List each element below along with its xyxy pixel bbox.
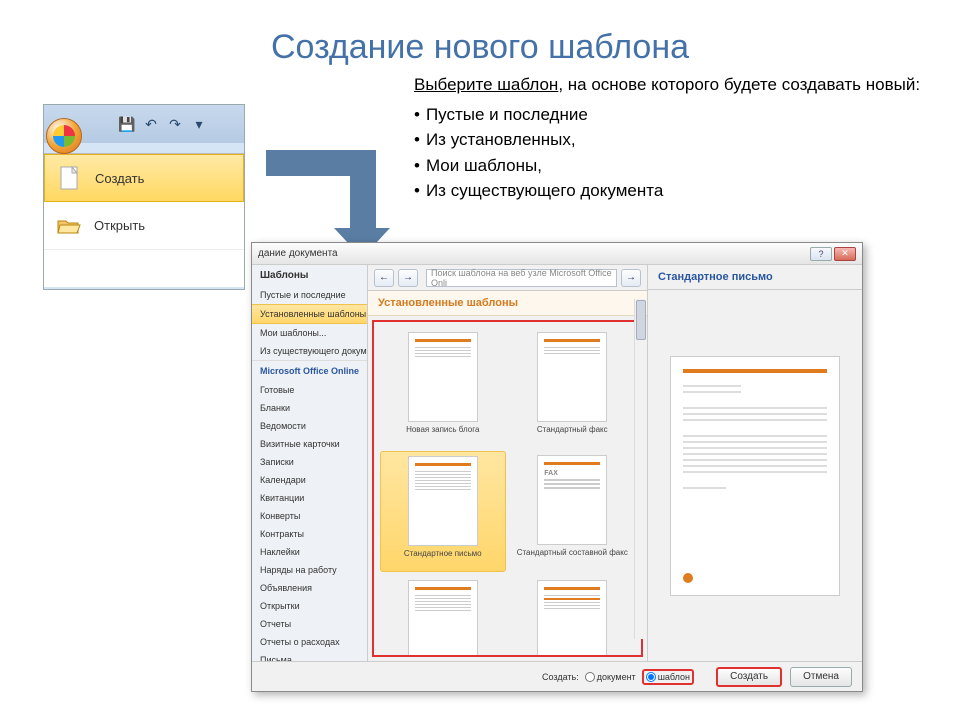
preview-title: Стандартное письмо	[648, 265, 862, 290]
sidebar-item[interactable]: Готовые	[252, 381, 367, 399]
sidebar-item-my[interactable]: Мои шаблоны...	[252, 324, 367, 342]
qat-dropdown-icon[interactable]: ▾	[188, 113, 210, 135]
template-merge-letter[interactable]: Стандартное составное письмо	[380, 576, 506, 657]
menu-item-create[interactable]: Создать	[44, 154, 244, 202]
office-menu-panel: 💾 ↶ ↷ ▾ Создать Открыть	[43, 104, 245, 290]
template-label: Стандартный составной факс	[517, 548, 628, 566]
preview-document	[670, 356, 840, 596]
quick-access-toolbar: 💾 ↶ ↷ ▾	[44, 105, 244, 143]
office-button[interactable]	[46, 118, 82, 154]
sidebar-item[interactable]: Записки	[252, 453, 367, 471]
forward-button[interactable]: →	[398, 269, 418, 287]
sidebar-item[interactable]: Открытки	[252, 597, 367, 615]
sidebar-item[interactable]: Ведомости	[252, 417, 367, 435]
instruction-bullet: Пустые и последние	[414, 102, 920, 128]
menu-item-label: Создать	[95, 171, 144, 186]
new-document-icon	[57, 165, 83, 191]
sidebar: Шаблоны Пустые и последние Установленные…	[252, 265, 368, 661]
search-input[interactable]: Поиск шаблона на веб узле Microsoft Offi…	[426, 269, 617, 287]
fax-label: FAX	[544, 470, 600, 477]
instruction-heading-underlined: Выберите шаблон	[414, 75, 558, 94]
sidebar-item-empty[interactable]: Пустые и последние	[252, 286, 367, 304]
template-label: Стандартный факс	[537, 425, 608, 443]
sidebar-header: Шаблоны	[252, 265, 367, 286]
sidebar-item[interactable]: Наряды на работу	[252, 561, 367, 579]
create-as-label: Создать:	[542, 672, 579, 682]
sidebar-item[interactable]: Письма	[252, 651, 367, 661]
dialog-titlebar: дание документа ? ✕	[252, 243, 862, 265]
instruction-block: Выберите шаблон, на основе которого буде…	[414, 72, 920, 204]
template-merge-fax[interactable]: FAX Стандартный составной факс	[510, 451, 636, 572]
instruction-bullet: Из установленных,	[414, 127, 920, 153]
menu-item-label: Открыть	[94, 218, 145, 233]
sidebar-section-online: Microsoft Office Online	[252, 360, 367, 381]
cancel-button[interactable]: Отмена	[790, 667, 852, 687]
save-icon[interactable]: 💾	[116, 113, 138, 135]
preview-panel: Стандартное письмо	[648, 265, 862, 661]
back-button[interactable]: ←	[374, 269, 394, 287]
template-standard-letter[interactable]: Стандартное письмо	[380, 451, 506, 572]
sidebar-item[interactable]: Конверты	[252, 507, 367, 525]
sidebar-item[interactable]: Календари	[252, 471, 367, 489]
template-label: Стандартное письмо	[404, 549, 482, 567]
sidebar-item[interactable]: Бланки	[252, 399, 367, 417]
sidebar-item[interactable]: Отчеты	[252, 615, 367, 633]
sidebar-item-installed[interactable]: Установленные шаблоны	[252, 304, 367, 324]
template-gallery: Новая запись блога Стандартный факс Стан…	[372, 320, 643, 657]
help-button[interactable]: ?	[810, 247, 832, 261]
center-panel: ← → Поиск шаблона на веб узле Microsoft …	[368, 265, 648, 661]
arrow-icon	[248, 130, 408, 250]
menu-item-open[interactable]: Открыть	[44, 202, 244, 250]
slide-title: Создание нового шаблона	[0, 0, 960, 67]
create-button[interactable]: Создать	[716, 667, 782, 687]
center-header: Установленные шаблоны	[368, 291, 647, 316]
sidebar-item[interactable]: Квитанции	[252, 489, 367, 507]
close-button[interactable]: ✕	[834, 247, 856, 261]
new-document-dialog: дание документа ? ✕ Шаблоны Пустые и пос…	[251, 242, 863, 692]
sidebar-item[interactable]: Контракты	[252, 525, 367, 543]
sidebar-item-existing[interactable]: Из существующего документа...	[252, 342, 367, 360]
instruction-heading-rest: , на основе которого будете создавать но…	[558, 75, 920, 94]
redo-icon[interactable]: ↷	[164, 113, 186, 135]
dialog-title: дание документа	[258, 248, 338, 259]
scrollbar[interactable]	[634, 299, 646, 639]
template-label: Новая запись блога	[406, 425, 479, 443]
radio-template[interactable]: шаблон	[646, 672, 690, 682]
sidebar-item[interactable]: Наклейки	[252, 543, 367, 561]
sidebar-item[interactable]: Объявления	[252, 579, 367, 597]
template-standard-report[interactable]: Стандартный отчет	[510, 576, 636, 657]
template-standard-fax[interactable]: Стандартный факс	[510, 328, 636, 447]
create-as-group: Создать: документ шаблон	[542, 669, 694, 685]
radio-document[interactable]: документ	[585, 672, 636, 682]
instruction-bullet: Мои шаблоны,	[414, 153, 920, 179]
template-blog-entry[interactable]: Новая запись блога	[380, 328, 506, 447]
open-folder-icon	[56, 213, 82, 239]
instruction-bullet: Из существующего документа	[414, 178, 920, 204]
sidebar-item[interactable]: Отчеты о расходах	[252, 633, 367, 651]
sidebar-item[interactable]: Визитные карточки	[252, 435, 367, 453]
undo-icon[interactable]: ↶	[140, 113, 162, 135]
search-go-button[interactable]: →	[621, 269, 641, 287]
